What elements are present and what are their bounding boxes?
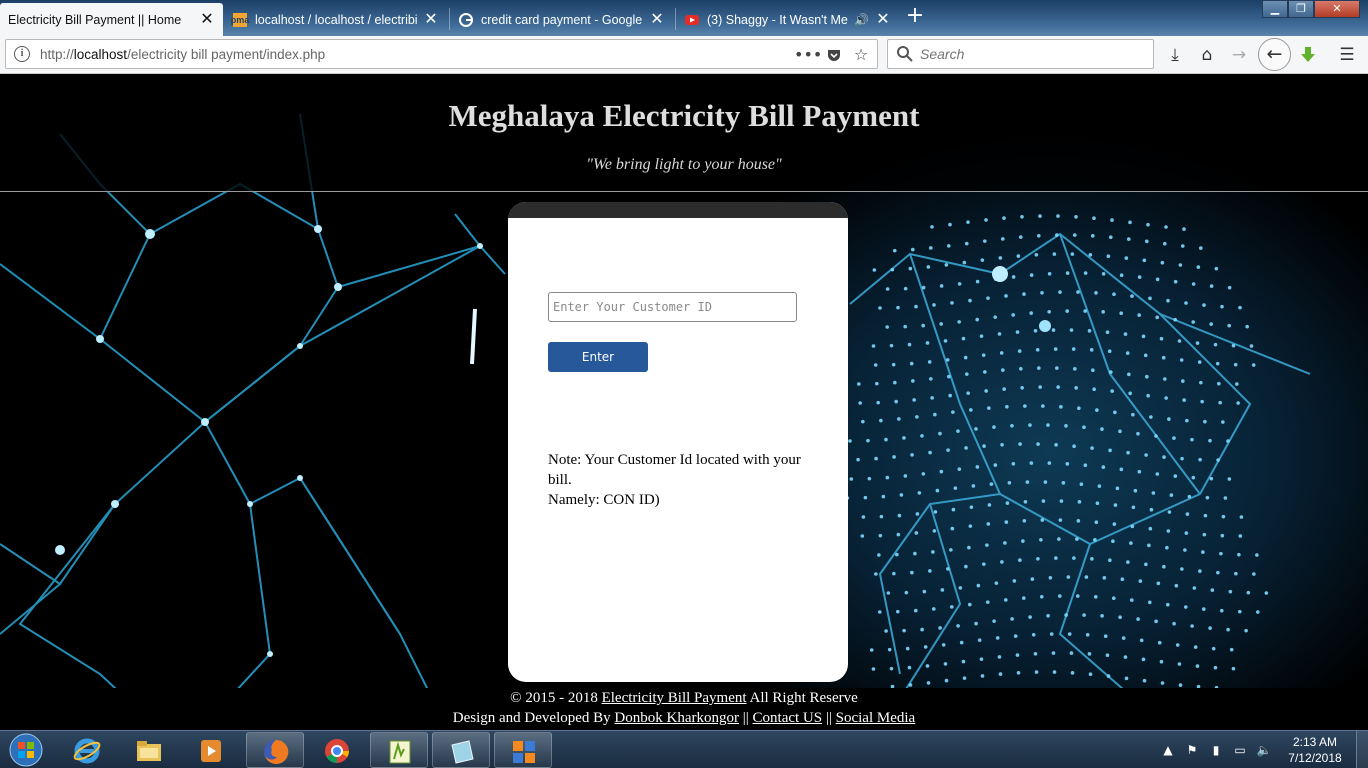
show-desktop-button[interactable] [1356,731,1368,768]
url-bar[interactable]: i http://localhost/electricity bill paym… [5,39,878,69]
sticky-notes-icon[interactable] [432,732,490,768]
note-line-1: Note: Your Customer Id located with your… [548,452,801,488]
footer-separator: || [742,710,749,726]
speaker-icon[interactable]: 🔊 [854,13,869,27]
start-button[interactable] [6,732,46,768]
network-icon[interactable]: ▭ [1232,742,1248,758]
footer-copyright-line: © 2015 - 2018 Electricity Bill Payment A… [0,688,1368,708]
download-icon[interactable]: ⤓ [1163,43,1187,67]
youtube-icon [685,13,699,27]
volume-icon[interactable]: 🔈 [1256,742,1272,758]
page-actions-icon[interactable]: ••• [794,45,822,65]
window-controls: ▁ ❐ ✕ [1262,0,1360,18]
designed-by-text: Design and Developed By [452,710,611,726]
back-button[interactable]: ← [1258,38,1291,71]
tab-title: Electricity Bill Payment || Home [8,12,182,27]
customer-id-form-card: Enter Note: Your Customer Id located wit… [508,202,848,682]
enter-button[interactable]: Enter [548,342,648,372]
close-icon[interactable]: ✕ [199,11,215,28]
tab-title: credit card payment - Google S [481,12,643,27]
footer-credits-line: Design and Developed By Donbok Kharkongo… [0,708,1368,728]
download-manager-icon[interactable] [1296,43,1320,67]
bookmark-star-icon[interactable]: ☆ [851,45,871,65]
show-hidden-icons-icon[interactable]: ▲ [1160,742,1176,758]
developer-link[interactable]: Donbok Kharkongor [614,710,739,726]
new-tab-button[interactable]: + [904,5,926,27]
tab-title: localhost / localhost / electribill [255,12,417,27]
site-header: Meghalaya Electricity Bill Payment "We b… [0,74,1368,192]
window-close-icon[interactable]: ✕ [1314,0,1360,18]
tab-google-search[interactable]: credit card payment - Google S ✕ [451,3,673,36]
search-bar[interactable] [887,39,1154,69]
forward-icon[interactable]: → [1227,43,1251,67]
browser-tab-bar: Electricity Bill Payment || Home ✕ pma l… [0,0,1368,36]
tab-separator [449,8,450,30]
file-explorer-icon[interactable] [120,732,178,768]
card-top-bar [508,202,848,218]
usb-device-icon[interactable]: ▮ [1208,742,1224,758]
minimize-icon[interactable]: ▁ [1262,0,1288,18]
media-player-icon[interactable] [182,732,240,768]
page-title: Meghalaya Electricity Bill Payment [448,98,920,133]
clock-date: 7/12/2018 [1288,751,1342,765]
tab-electricity-bill-home[interactable]: Electricity Bill Payment || Home ✕ [0,3,223,36]
footer-separator: || [825,710,832,726]
pocket-icon[interactable] [824,45,844,65]
customer-id-input[interactable] [548,292,797,322]
copyright-text: © 2015 - 2018 [510,690,598,706]
contact-us-link[interactable]: Contact US [753,710,823,726]
clock-time: 2:13 AM [1292,735,1338,749]
close-icon[interactable]: ✕ [875,11,891,28]
note-line-2: Namely: CON ID) [548,492,660,508]
phpmyadmin-icon: pma [230,12,250,27]
home-icon[interactable]: ⌂ [1195,43,1219,67]
search-input[interactable] [920,44,1140,64]
maximize-icon[interactable]: ❐ [1288,0,1314,18]
tab-phpmyadmin[interactable]: pma localhost / localhost / electribill … [225,3,447,36]
firefox-icon[interactable] [246,732,304,768]
system-clock[interactable]: 2:13 AM 7/12/2018 [1276,734,1354,766]
site-link[interactable]: Electricity Bill Payment [602,690,747,706]
tab-title: (3) Shaggy - It Wasn't Me (L [707,12,851,27]
tab-youtube[interactable]: (3) Shaggy - It Wasn't Me (L 🔊 ✕ [677,3,899,36]
social-media-link[interactable]: Social Media [836,710,916,726]
close-icon[interactable]: ✕ [649,11,665,28]
page-content: Meghalaya Electricity Bill Payment "We b… [0,74,1368,730]
rights-text: All Right Reserve [749,690,858,706]
url-text[interactable]: http://localhost/electricity bill paymen… [40,47,325,62]
xampp-icon[interactable] [494,732,552,768]
search-icon [897,46,913,62]
windows-taskbar: ▲ ⚑ ▮ ▭ 🔈 2:13 AM 7/12/2018 [0,730,1368,768]
site-footer: © 2015 - 2018 Electricity Bill Payment A… [0,688,1368,730]
chrome-icon[interactable] [308,732,366,768]
browser-nav-bar: i http://localhost/electricity bill paym… [0,36,1368,74]
action-center-flag-icon[interactable]: ⚑ [1184,742,1200,758]
tab-separator [675,8,676,30]
site-info-icon[interactable]: i [14,46,30,62]
google-icon [459,12,473,27]
page-tagline: "We bring light to your house" [586,156,782,173]
internet-explorer-icon[interactable] [58,732,116,768]
menu-icon[interactable]: ☰ [1335,43,1359,67]
close-icon[interactable]: ✕ [423,11,439,28]
notepad-plus-plus-icon[interactable] [370,732,428,768]
windows-logo-icon [9,733,43,767]
customer-id-note: Note: Your Customer Id located with your… [548,450,828,510]
